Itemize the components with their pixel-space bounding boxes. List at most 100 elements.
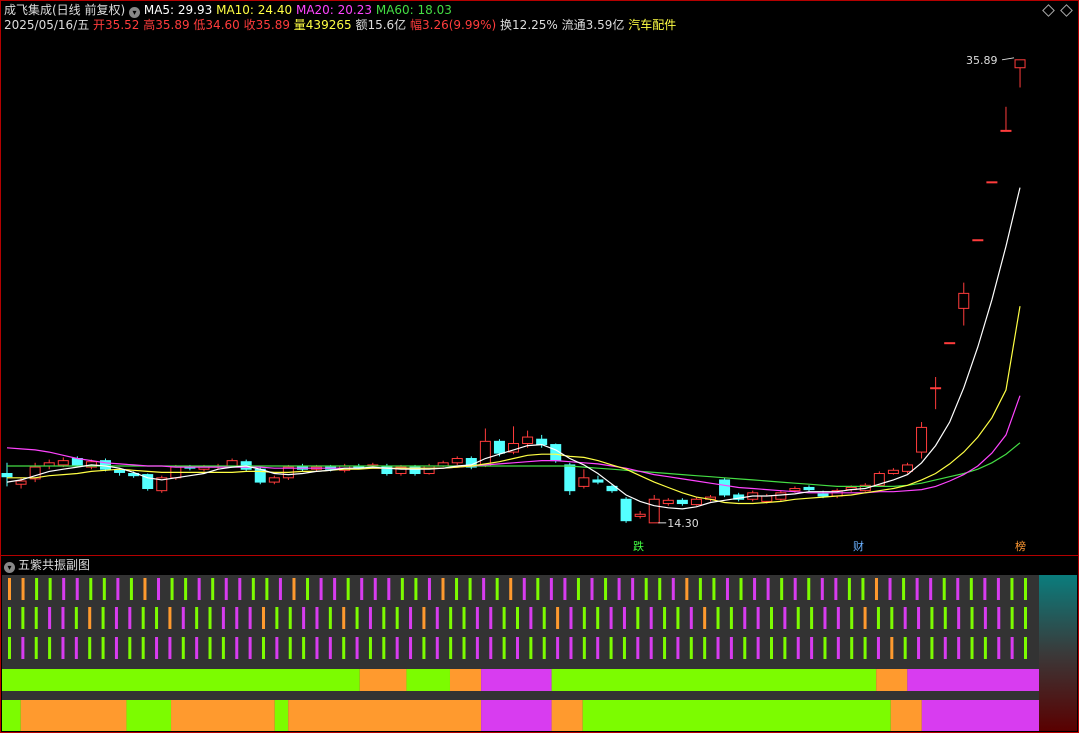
marker-fall[interactable]: 跌 <box>632 541 645 553</box>
resonance-bar <box>462 637 466 659</box>
resonance-bar <box>422 607 426 629</box>
resonance-bar <box>409 637 413 659</box>
resonance-bar <box>355 607 359 629</box>
resonance-bar <box>542 607 546 629</box>
candle-body[interactable] <box>676 499 688 505</box>
marker-finance[interactable]: 财 <box>852 541 865 553</box>
candle-body[interactable] <box>648 498 660 524</box>
resonance-bar <box>861 578 865 600</box>
candle-body[interactable] <box>479 440 491 467</box>
candle-body[interactable] <box>578 477 590 487</box>
candle-body[interactable] <box>57 460 69 466</box>
resonance-bar <box>863 637 867 659</box>
resonance-bar <box>475 637 479 659</box>
resonance-bar <box>129 578 133 600</box>
candle-body[interactable] <box>1000 129 1012 132</box>
resonance-bar <box>74 607 78 629</box>
resonance-bar <box>155 607 159 629</box>
resonance-bar <box>75 578 79 600</box>
resonance-bar <box>48 637 52 659</box>
resonance-bar <box>876 607 880 629</box>
candle-body[interactable] <box>944 342 956 345</box>
resonance-bar <box>582 607 586 629</box>
candle-body[interactable] <box>916 426 928 453</box>
panel-divider[interactable] <box>0 555 1079 556</box>
resonance-bar <box>306 578 310 600</box>
candle-body[interactable] <box>1014 59 1026 69</box>
resonance-bar <box>62 578 66 600</box>
candle-body[interactable] <box>662 499 674 505</box>
candle-body[interactable] <box>592 479 604 483</box>
resonance-bar <box>729 607 733 629</box>
resonance-bar <box>449 607 453 629</box>
candle-body[interactable] <box>986 181 998 184</box>
sub-panel-header: ▾ 五紫共振副图 <box>4 558 90 573</box>
resonance-bar <box>609 637 613 659</box>
resonance-bar <box>400 578 404 600</box>
candle-body[interactable] <box>15 480 27 485</box>
candle-body[interactable] <box>493 440 505 454</box>
candle-body[interactable] <box>775 492 787 500</box>
candle-body[interactable] <box>803 486 815 491</box>
candle-body[interactable] <box>972 239 984 242</box>
candle-body[interactable] <box>114 469 126 473</box>
resonance-bar <box>342 607 346 629</box>
resonance-bar <box>983 637 987 659</box>
candle-body[interactable] <box>536 438 548 446</box>
resonance-bar <box>636 637 640 659</box>
resonance-bar <box>509 578 513 600</box>
chevron-down-icon[interactable]: ▾ <box>4 562 15 573</box>
resonance-bar <box>224 578 228 600</box>
resonance-bar <box>482 578 486 600</box>
resonance-bar <box>21 578 25 600</box>
resonance-bar <box>970 637 974 659</box>
volume-label: 量439265 <box>293 18 352 32</box>
resonance-bar <box>211 578 215 600</box>
candle-body[interactable] <box>564 464 576 492</box>
resonance-bar <box>35 578 39 600</box>
kline-chart[interactable]: 35.89 14.30 <box>0 0 1079 733</box>
chevron-down-icon[interactable]: ▾ <box>129 7 141 18</box>
resonance-bar <box>917 607 921 629</box>
stock-title[interactable]: 成飞集成(日线 前复权) <box>4 3 125 17</box>
candle-body[interactable] <box>930 387 942 390</box>
candle-body[interactable] <box>634 513 646 517</box>
resonance-bar <box>195 637 199 659</box>
resonance-bar <box>983 578 987 600</box>
signal-band-1-segment <box>2 669 360 691</box>
resonance-bar <box>61 637 65 659</box>
signal-band-2-segment <box>551 700 583 731</box>
resonance-bar <box>676 607 680 629</box>
candle-body[interactable] <box>226 460 238 467</box>
candle-body[interactable] <box>901 464 913 472</box>
resonance-bar <box>622 637 626 659</box>
candle-body[interactable] <box>817 493 829 497</box>
sub-panel-title[interactable]: 五紫共振副图 <box>18 558 90 572</box>
resonance-bar <box>382 637 386 659</box>
candle-body[interactable] <box>268 477 280 483</box>
candle-body[interactable] <box>690 498 702 506</box>
resonance-bar <box>292 578 296 600</box>
sector-label[interactable]: 汽车配件 <box>628 18 676 32</box>
candle-body[interactable] <box>522 436 534 444</box>
candle-body[interactable] <box>381 465 393 475</box>
resonance-bar <box>141 607 145 629</box>
marker-list[interactable]: 榜 <box>1014 541 1027 553</box>
candle-body[interactable] <box>719 479 731 496</box>
resonance-bar <box>743 607 747 629</box>
resonance-bar <box>1024 607 1027 629</box>
candle-body[interactable] <box>451 458 463 464</box>
candle-body[interactable] <box>887 469 899 475</box>
candle-body[interactable] <box>761 495 773 502</box>
resonance-bar <box>658 578 662 600</box>
resonance-bar <box>698 578 702 600</box>
resonance-bar <box>930 637 934 659</box>
resonance-bar <box>168 637 172 659</box>
candle-body[interactable] <box>620 498 632 522</box>
candle-body[interactable] <box>789 488 801 492</box>
candle-body[interactable] <box>958 292 970 309</box>
high-price-label: 35.89 <box>966 54 998 67</box>
candle-body[interactable] <box>1 473 13 478</box>
resonance-bar <box>262 637 265 659</box>
resonance-bar <box>850 607 854 629</box>
